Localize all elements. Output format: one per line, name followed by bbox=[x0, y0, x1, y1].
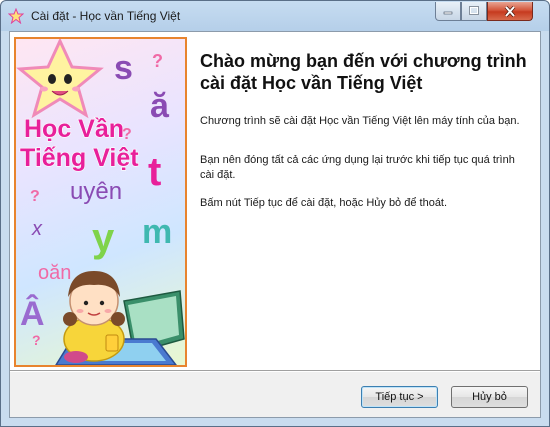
letter-a-breve: ă bbox=[150, 87, 170, 125]
letter-oan: oăn bbox=[38, 262, 71, 284]
letter-y: y bbox=[92, 216, 115, 260]
minimize-button[interactable] bbox=[435, 2, 461, 21]
letter-question-1: ? bbox=[152, 51, 163, 71]
letter-question-3: ? bbox=[30, 188, 40, 205]
button-bar: Tiếp tục > Hủy bỏ bbox=[10, 372, 540, 417]
logo-line-1: Học Vần bbox=[24, 115, 124, 143]
maximize-button[interactable] bbox=[461, 2, 487, 21]
star-mascot-icon bbox=[16, 39, 104, 119]
instructions-paragraph: Bấm nút Tiếp tục để cài đặt, hoặc Hủy bỏ… bbox=[200, 197, 448, 209]
intro-paragraph: Chương trình sẽ cài đặt Học vần Tiếng Vi… bbox=[200, 115, 520, 127]
letter-a-hat: Â bbox=[20, 295, 45, 333]
letter-t: t bbox=[148, 150, 161, 194]
star-app-icon bbox=[8, 8, 24, 24]
logo-line-2: Tiếng Việt bbox=[20, 144, 139, 172]
girl-with-laptop-illustration bbox=[55, 271, 185, 365]
letter-question-4: ? bbox=[32, 332, 41, 348]
letter-x: x bbox=[31, 218, 43, 240]
minimize-icon bbox=[443, 11, 453, 15]
maximize-icon bbox=[469, 6, 479, 15]
close-apps-paragraph: Bạn nên đóng tất cả các ứng dụng lại trư… bbox=[200, 154, 515, 181]
installer-window: Cài đặt - Học vần Tiếng Việt s ? ă ? t H… bbox=[0, 0, 550, 427]
next-button[interactable]: Tiếp tục > bbox=[361, 386, 438, 408]
letter-s: s bbox=[114, 49, 133, 87]
window-title: Cài đặt - Học vần Tiếng Việt bbox=[31, 9, 181, 23]
letter-uyen: uyên bbox=[70, 178, 122, 205]
close-icon bbox=[504, 5, 516, 17]
close-button[interactable] bbox=[487, 2, 533, 21]
letter-m: m bbox=[142, 213, 172, 251]
welcome-heading: Chào mừng bạn đến với chương trình cài đ… bbox=[200, 51, 527, 93]
welcome-banner-image: s ? ă ? t Học Vần Tiếng Việt ? uyên x y … bbox=[14, 37, 187, 367]
banner-illustration: s ? ă ? t Học Vần Tiếng Việt ? uyên x y … bbox=[16, 39, 185, 365]
wizard-client-area: s ? ă ? t Học Vần Tiếng Việt ? uyên x y … bbox=[9, 31, 541, 418]
title-bar[interactable]: Cài đặt - Học vần Tiếng Việt bbox=[1, 1, 549, 31]
cancel-button[interactable]: Hủy bỏ bbox=[451, 386, 528, 408]
